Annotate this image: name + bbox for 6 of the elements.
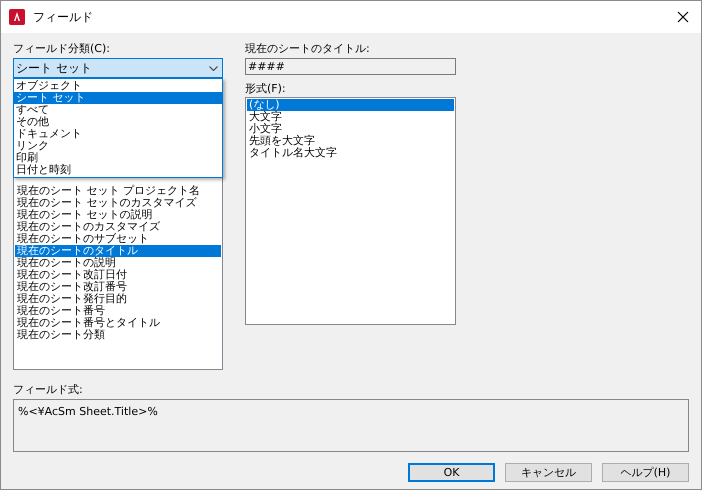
format-label: 形式(F): <box>245 81 287 97</box>
window-title: フィールド <box>33 9 93 26</box>
category-label: フィールド分類(C): <box>13 41 111 57</box>
value-label: 現在のシートのタイトル: <box>245 41 371 57</box>
value-field: #### <box>245 58 456 75</box>
expression-label: フィールド式: <box>13 382 84 398</box>
